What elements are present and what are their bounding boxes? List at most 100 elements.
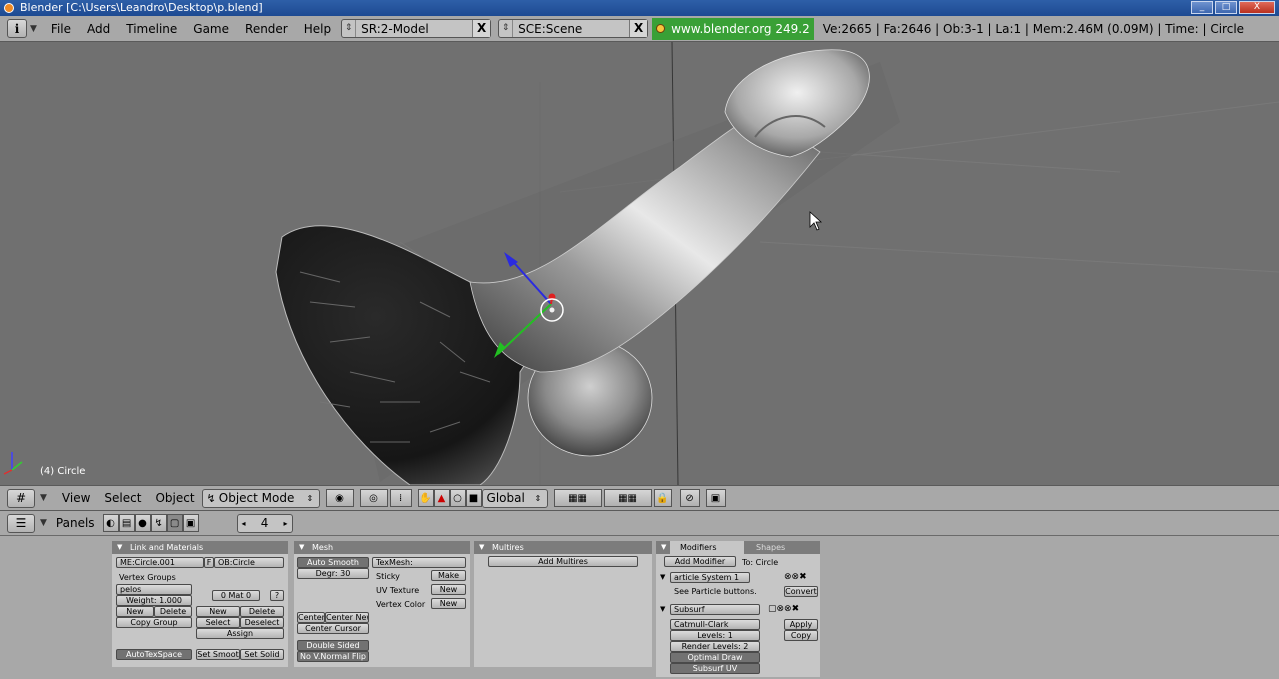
layer-buttons-left[interactable]: ▦▦ [553,489,602,507]
menu-add[interactable]: Add [79,16,118,42]
orientation-label[interactable]: Global [483,491,535,505]
material-select-button[interactable]: Select [196,617,240,628]
maximize-button[interactable]: □ [1215,1,1237,14]
menu-timeline[interactable]: Timeline [118,16,185,42]
screen-browse-icon[interactable]: ⇕ [342,20,357,37]
menu-object[interactable]: Object [148,485,201,511]
screen-selector[interactable]: ⇕ SR:2-Model X [341,19,492,38]
particle-move-icons[interactable]: ⊗⊗✖ [784,572,807,582]
copy-modifier-button[interactable]: Copy [784,630,818,641]
layer-buttons-right[interactable]: ▦▦ [603,489,652,507]
delete-screen-icon[interactable]: X [472,20,491,37]
menu-collapse-chevron-icon[interactable]: ▼ [30,24,37,34]
vgroup-new-button[interactable]: New [116,606,154,617]
screen-name[interactable]: SR:2-Model [356,22,472,36]
object-context-icon[interactable]: ↯ [150,514,167,532]
header-collapse-chevron-icon[interactable]: ▼ [40,493,47,503]
rotate-manipulator-icon[interactable]: ○ [449,489,466,507]
menu-select[interactable]: Select [97,485,148,511]
double-sided-toggle[interactable]: Double Sided [297,640,369,651]
snap-icon[interactable]: ⁞ [389,489,412,507]
render-levels-field[interactable]: Render Levels: 2 [670,641,760,652]
add-modifier-button[interactable]: Add Modifier [664,556,736,567]
texmesh-field[interactable]: TexMesh: [372,557,466,568]
tab-shapes[interactable]: Shapes [748,541,818,554]
no-vnormal-flip-toggle[interactable]: No V.Normal Flip [297,651,369,662]
apply-modifier-button[interactable]: Apply [784,619,818,630]
copy-group-button[interactable]: Copy Group [116,617,192,628]
scene-context-icon[interactable]: ▣ [182,514,199,532]
set-solid-button[interactable]: Set Solid [240,649,284,660]
menu-render[interactable]: Render [237,16,296,42]
render-preview-icon[interactable]: ▣ [705,489,726,507]
menu-game[interactable]: Game [185,16,237,42]
subsurf-name[interactable]: Subsurf [670,604,760,615]
add-multires-button[interactable]: Add Multires [488,556,638,567]
material-new-button[interactable]: New [196,606,240,617]
render-ogl-icon[interactable]: ⊘ [679,489,700,507]
panel-mesh-title[interactable]: Mesh [294,541,470,554]
material-delete-button[interactable]: Delete [240,606,284,617]
center-cursor-button[interactable]: Center Cursor [297,623,369,634]
uv-texture-new-button[interactable]: New [431,584,466,595]
mode-dropdown-icon[interactable]: ⇕ [307,494,319,503]
buttons-collapse-chevron-icon[interactable]: ▼ [40,518,47,528]
menu-help[interactable]: Help [296,16,339,42]
buttons-window-type-icon[interactable]: ☰ [7,513,35,533]
frame-number[interactable]: 4 [250,516,280,530]
subsurf-expand-icon[interactable]: ▼ [660,605,665,613]
frame-number-field[interactable]: ◂ 4 ▸ [236,513,293,533]
shading-context-icon[interactable]: ● [134,514,151,532]
optimal-draw-toggle[interactable]: Optimal Draw [670,652,760,663]
layer-lock-icon[interactable]: 🔒 [653,489,672,507]
viewport-canvas[interactable] [0,42,1279,485]
material-deselect-button[interactable]: Deselect [240,617,284,628]
center-new-button[interactable]: Center New [325,612,369,623]
info-window-type-icon[interactable]: i [7,19,27,38]
menu-file[interactable]: File [43,16,79,42]
hand-manipulator-icon[interactable]: ✋ [417,489,434,507]
sticky-make-button[interactable]: Make [431,570,466,581]
close-button[interactable]: X [1239,1,1275,14]
minimize-button[interactable]: _ [1191,1,1213,14]
auto-smooth-degree-field[interactable]: Degr: 30 [297,568,369,579]
script-context-icon[interactable]: ▤ [118,514,135,532]
panel-link-materials-title[interactable]: Link and Materials [112,541,288,554]
fake-user-button[interactable]: F [204,557,214,568]
mesh-name-field[interactable]: ME:Circle.001 [116,557,204,568]
material-assign-button[interactable]: Assign [196,628,284,639]
convert-button[interactable]: Convert [784,586,818,597]
autotexspace-toggle[interactable]: AutoTexSpace [116,649,192,660]
scene-selector[interactable]: ⇕ SCE:Scene X [498,19,649,38]
weight-field[interactable]: Weight: 1.000 [116,595,192,606]
subsurf-uv-toggle[interactable]: Subsurf UV [670,663,760,674]
draw-type-icon[interactable]: ◉ [325,489,354,507]
subdivision-type-select[interactable]: Catmull-Clark [670,619,760,630]
frame-increment-icon[interactable]: ▸ [280,519,292,528]
version-badge[interactable]: www.blender.org 249.2 [652,17,814,40]
scene-browse-icon[interactable]: ⇕ [499,20,514,37]
frame-decrement-icon[interactable]: ◂ [238,519,250,528]
3d-viewport[interactable]: (4) Circle [0,42,1279,485]
vertex-color-new-button[interactable]: New [431,598,466,609]
material-index-field[interactable]: 0 Mat 0 [212,590,260,601]
mode-label[interactable]: Object Mode [216,491,307,505]
auto-smooth-toggle[interactable]: Auto Smooth [297,557,369,568]
editing-context-icon[interactable]: ▢ [166,514,183,532]
center-button[interactable]: Center [297,612,325,623]
logic-context-icon[interactable]: ◐ [102,514,119,532]
levels-field[interactable]: Levels: 1 [670,630,760,641]
vgroup-delete-button[interactable]: Delete [154,606,192,617]
material-query-button[interactable]: ? [270,590,284,601]
tab-modifiers[interactable]: Modifiers [670,541,744,554]
orientation-selector[interactable]: Global ⇕ [481,488,548,508]
orientation-dropdown-icon[interactable]: ⇕ [535,494,547,503]
delete-scene-icon[interactable]: X [629,20,648,37]
set-smooth-button[interactable]: Set Smoot [196,649,240,660]
panel-multires-title[interactable]: Multires [474,541,652,554]
particle-system-name[interactable]: article System 1 [670,572,750,583]
menu-view[interactable]: View [55,485,97,511]
pivot-point-icon[interactable]: ◎ [359,489,388,507]
view3d-window-type-icon[interactable]: # [7,488,35,508]
scene-name[interactable]: SCE:Scene [513,22,629,36]
